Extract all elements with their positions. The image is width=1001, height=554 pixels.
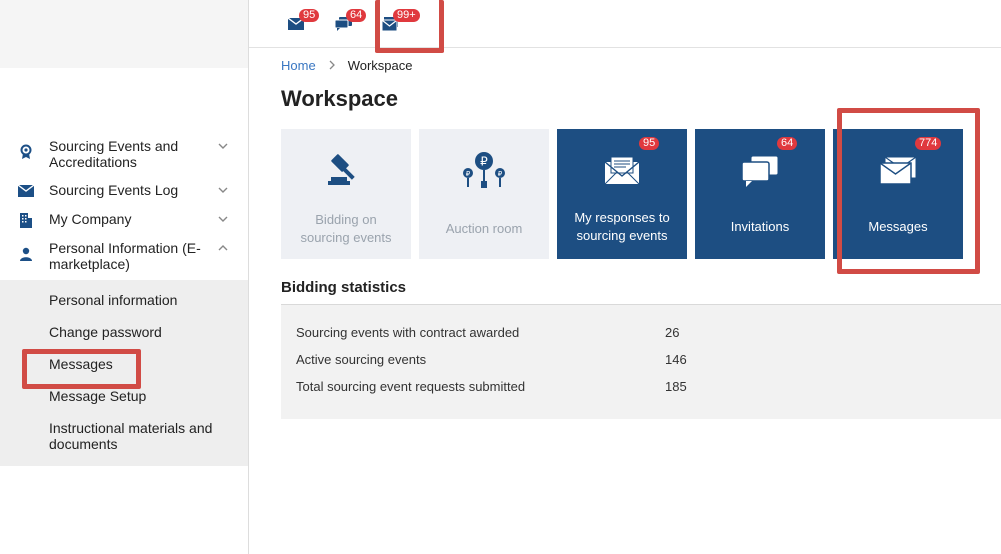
breadcrumb: Home Workspace [281, 58, 412, 73]
submenu-item-personal-information[interactable]: Personal information [0, 284, 248, 316]
tile-badge: 64 [777, 137, 798, 150]
tile-label: Auction room [445, 221, 523, 236]
tile-bidding[interactable]: Bidding on sourcing events [281, 129, 411, 259]
highlight-box-messages-tile [837, 108, 980, 274]
stat-row: Total sourcing event requests submitted … [281, 379, 1001, 406]
tile-label: Bidding on sourcing events [300, 212, 392, 245]
stat-value: 185 [665, 379, 687, 394]
auction-icon: ₽ ₽ ₽ [460, 143, 508, 199]
submenu-item-change-password[interactable]: Change password [0, 316, 248, 348]
chat-icon [741, 143, 779, 199]
sidebar-item-label: Personal Information (E-marketplace) [49, 240, 201, 272]
sidebar: Sourcing Events and Accreditations Sourc… [0, 0, 249, 554]
person-icon [16, 246, 36, 262]
chevron-down-icon[interactable] [216, 139, 230, 153]
highlight-box-top-messages [375, 0, 444, 53]
notification-badge: 95 [299, 9, 320, 22]
sidebar-item-sourcing-events[interactable]: Sourcing Events and Accreditations [0, 130, 248, 174]
logo-area [0, 0, 248, 68]
tile-label: My responses to sourcing events [574, 210, 670, 243]
chevron-down-icon[interactable] [216, 212, 230, 226]
tile-label: Invitations [730, 219, 790, 234]
svg-text:₽: ₽ [498, 170, 503, 178]
svg-text:₽: ₽ [480, 155, 488, 169]
stat-value: 26 [665, 325, 680, 340]
svg-text:₽: ₽ [466, 170, 471, 178]
highlight-box-sidebar-messages [22, 349, 141, 389]
tile-badge: 95 [639, 137, 660, 150]
submenu-item-instructional-materials[interactable]: Instructional materials and documents [0, 412, 248, 460]
stat-label: Active sourcing events [296, 352, 427, 367]
building-icon [16, 212, 36, 228]
breadcrumb-home-link[interactable]: Home [281, 58, 316, 73]
sidebar-item-label: Sourcing Events and Accreditations [49, 138, 179, 170]
sidebar-nav: Sourcing Events and Accreditations Sourc… [0, 130, 248, 466]
stat-row: Sourcing events with contract awarded 26 [281, 325, 1001, 352]
tile-my-responses[interactable]: 95 My responses to sourcing events [557, 129, 687, 259]
stat-value: 146 [665, 352, 687, 367]
chevron-up-icon[interactable] [216, 241, 230, 255]
sidebar-item-label: Sourcing Events Log [49, 182, 179, 198]
tile-invitations[interactable]: 64 Invitations [695, 129, 825, 259]
page-title: Workspace [281, 86, 398, 111]
gavel-icon [326, 143, 366, 199]
chevron-down-icon[interactable] [216, 183, 230, 197]
sidebar-item-my-company[interactable]: My Company [0, 203, 248, 232]
stat-label: Sourcing events with contract awarded [296, 325, 520, 340]
stat-row: Active sourcing events 146 [281, 352, 1001, 379]
stats-table: Sourcing events with contract awarded 26… [281, 305, 1001, 419]
stats-title: Bidding statistics [281, 279, 407, 296]
sidebar-item-label: My Company [49, 211, 132, 227]
envelope-icon [16, 183, 36, 199]
breadcrumb-current: Workspace [347, 58, 413, 73]
stat-label: Total sourcing event requests submitted [296, 379, 526, 394]
sidebar-item-sourcing-log[interactable]: Sourcing Events Log [0, 174, 248, 203]
chevron-right-icon [328, 58, 336, 73]
sidebar-item-personal-info[interactable]: Personal Information (E-marketplace) [0, 232, 248, 280]
top-bar: 95 64 99+ [249, 0, 1001, 48]
tile-auction-room[interactable]: ₽ ₽ ₽ Auction room [419, 129, 549, 259]
award-icon [16, 144, 36, 160]
notification-badge: 64 [346, 9, 367, 22]
document-envelope-icon [604, 143, 640, 199]
